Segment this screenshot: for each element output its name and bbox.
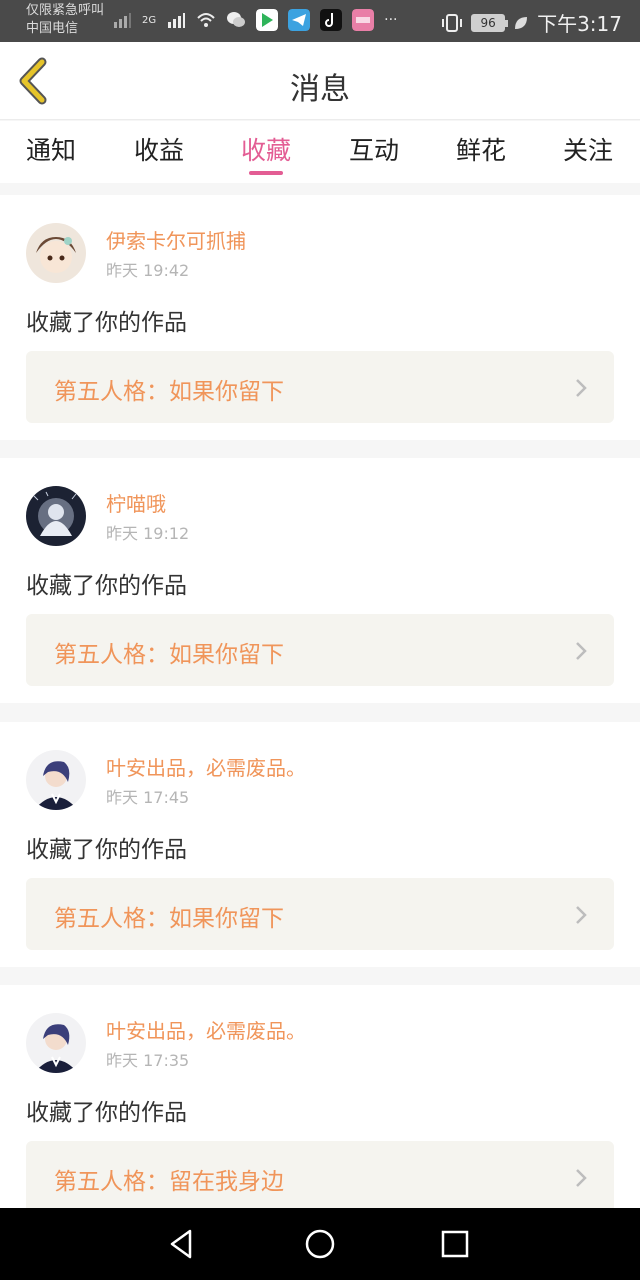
work-title: 第五人格：如果你留下 [54, 642, 284, 668]
tab-flowers[interactable]: 鲜花 [441, 131, 521, 167]
chevron-right-icon [576, 379, 587, 397]
message-card: 柠喵哦 昨天 19:12 收藏了你的作品 第五人格：如果你留下 [0, 458, 640, 703]
work-title: 第五人格：如果你留下 [54, 906, 284, 932]
action-text: 收藏了你的作品 [26, 310, 187, 336]
triangle-back-icon[interactable] [164, 1226, 200, 1262]
message-card: 叶安出品，必需废品。 昨天 17:45 收藏了你的作品 第五人格：如果你留下 [0, 722, 640, 967]
tab-earnings[interactable]: 收益 [119, 131, 199, 167]
username[interactable]: 伊索卡尔可抓捕 [106, 225, 246, 254]
action-text: 收藏了你的作品 [26, 837, 187, 863]
tab-notifications[interactable]: 通知 [11, 131, 91, 167]
work-title: 第五人格：留在我身边 [54, 1169, 284, 1195]
play-store-icon [256, 9, 279, 31]
page-title: 消息 [290, 72, 350, 107]
wechat-icon [227, 12, 246, 27]
work-link[interactable]: 第五人格：如果你留下 [26, 878, 614, 950]
carrier-info: 仅限紧急呼叫 中国电信 [26, 2, 104, 38]
message-card: 伊索卡尔可抓捕 昨天 19:42 收藏了你的作品 第五人格：如果你留下 [0, 195, 640, 440]
work-link[interactable]: 第五人格：如果你留下 [26, 614, 614, 686]
tab-favorites[interactable]: 收藏 [226, 131, 306, 167]
timestamp: 昨天 17:35 [106, 1051, 190, 1070]
timestamp: 昨天 19:12 [106, 524, 190, 543]
carrier-line2: 中国电信 [26, 21, 79, 36]
more-notifications-icon: ··· [384, 12, 398, 28]
network-type: 2G [142, 14, 157, 26]
chevron-right-icon [576, 906, 587, 924]
signal-icon [168, 13, 186, 28]
chevron-right-icon [576, 1169, 587, 1187]
status-icons: 2G ··· [112, 9, 397, 31]
message-card: 叶安出品，必需废品。 昨天 17:35 收藏了你的作品 第五人格：留在我身边 [0, 985, 640, 1230]
battery-icon: 96 [471, 13, 509, 32]
carrier-line1: 仅限紧急呼叫 [26, 3, 105, 18]
active-tab-indicator [249, 171, 283, 175]
status-right: 96 下午3:17 [441, 8, 622, 37]
action-text: 收藏了你的作品 [26, 1100, 187, 1126]
circle-home-icon[interactable] [302, 1226, 338, 1262]
action-text: 收藏了你的作品 [26, 573, 187, 599]
tab-interactions[interactable]: 互动 [334, 131, 414, 167]
system-nav-bar [0, 1208, 640, 1280]
clock: 下午3:17 [537, 12, 622, 36]
work-title: 第五人格：如果你留下 [54, 379, 284, 405]
tab-follows[interactable]: 关注 [548, 131, 628, 167]
tab-bar: 通知 收益 收藏 互动 鲜花 关注 [0, 121, 640, 183]
work-link[interactable]: 第五人格：如果你留下 [26, 351, 614, 423]
username[interactable]: 柠喵哦 [106, 488, 166, 517]
telegram-icon [288, 9, 311, 31]
username[interactable]: 叶安出品，必需废品。 [106, 752, 306, 781]
tiktok-icon [320, 9, 343, 31]
vibrate-icon [442, 13, 463, 32]
leaf-icon [515, 16, 528, 29]
work-link[interactable]: 第五人格：留在我身边 [26, 1141, 614, 1213]
lofter-app-icon [352, 9, 375, 31]
timestamp: 昨天 17:45 [106, 788, 190, 807]
wifi-icon [197, 13, 215, 27]
avatar[interactable] [26, 223, 86, 283]
app-header: 消息 [0, 42, 640, 120]
avatar[interactable] [26, 1013, 86, 1073]
square-recents-icon[interactable] [437, 1226, 473, 1262]
chevron-right-icon [576, 642, 587, 660]
signal-off-icon [114, 13, 131, 28]
username[interactable]: 叶安出品，必需废品。 [106, 1015, 306, 1044]
avatar[interactable] [26, 750, 86, 810]
timestamp: 昨天 19:42 [106, 261, 190, 280]
avatar[interactable] [26, 486, 86, 546]
status-bar: 仅限紧急呼叫 中国电信 2G ··· 96 下午3:17 [0, 0, 640, 42]
